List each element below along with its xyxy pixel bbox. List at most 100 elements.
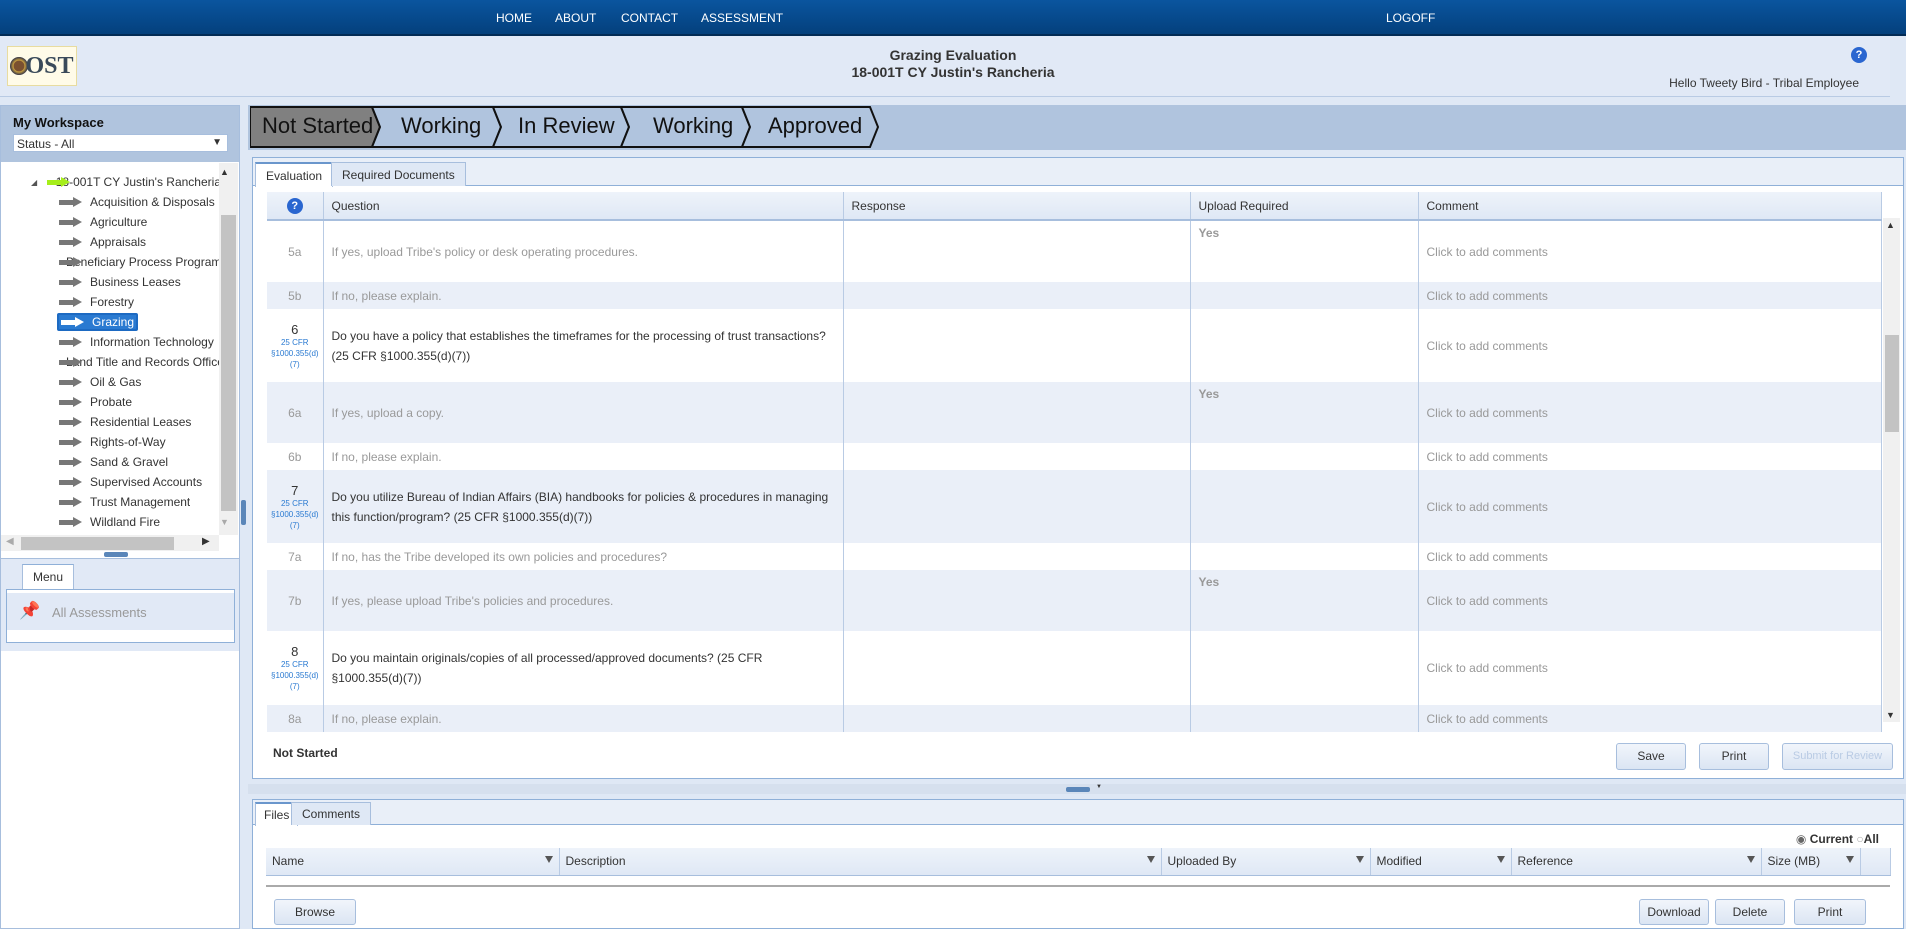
tab-menu[interactable]: Menu (22, 564, 75, 590)
response-cell[interactable] (843, 309, 1191, 382)
comment-cell[interactable]: Click to add comments (1418, 631, 1882, 705)
files-col-header[interactable]: Name (266, 848, 560, 876)
step-label: Approved (768, 113, 863, 138)
comment-cell[interactable]: Click to add comments (1418, 570, 1882, 631)
tree-item[interactable]: Agriculture (59, 213, 147, 231)
hscroll-thumb[interactable] (21, 537, 174, 550)
help-icon[interactable]: ? (286, 197, 303, 214)
comment-cell[interactable]: Click to add comments (1418, 543, 1882, 570)
filter-icon[interactable] (1496, 856, 1505, 863)
tree-root[interactable]: ◢ 18-001T CY Justin's Rancheria (31, 173, 221, 191)
files-print-button[interactable]: Print (1794, 899, 1866, 925)
cfr-link[interactable]: 25 CFR §1000.355(d)(7) (267, 498, 323, 531)
upload-required-cell (1190, 309, 1419, 382)
comment-cell[interactable]: Click to add comments (1418, 705, 1882, 732)
tree-item[interactable]: Sand & Gravel (59, 453, 168, 471)
question-number: 5a (267, 220, 324, 282)
save-button[interactable]: Save (1616, 743, 1686, 770)
tree-item[interactable]: Probate (59, 393, 132, 411)
question-text: Do you have a policy that establishes th… (323, 309, 844, 382)
filter-icon[interactable] (1845, 856, 1854, 863)
cfr-link[interactable]: 25 CFR §1000.355(d)(7) (267, 659, 323, 692)
upload-required-cell: Yes (1190, 570, 1419, 631)
response-cell[interactable] (843, 631, 1191, 705)
tree-hscrollbar[interactable]: ◀ ▶ (1, 535, 219, 551)
question-row: 6a If yes, upload a copy. Yes Click to add … (267, 382, 1882, 443)
response-cell[interactable] (843, 382, 1191, 443)
browse-button[interactable]: Browse (274, 899, 356, 925)
tree-item[interactable]: Residential Leases (59, 413, 191, 431)
response-cell[interactable] (843, 443, 1191, 470)
tree-item[interactable]: Land Title and Records Office (59, 353, 219, 371)
files-col-header[interactable]: Size (MB) (1761, 848, 1861, 876)
question-text: Do you utilize Bureau of Indian Affairs … (323, 470, 844, 543)
tree-item[interactable]: Supervised Accounts (59, 473, 202, 491)
comment-cell[interactable]: Click to add comments (1418, 470, 1882, 543)
comment-cell[interactable]: Click to add comments (1418, 309, 1882, 382)
tree-item[interactable]: Rights-of-Way (59, 433, 166, 451)
comment-cell[interactable]: Click to add comments (1418, 220, 1882, 282)
tab-required-documents[interactable]: Required Documents (331, 162, 466, 186)
table-vscrollbar[interactable]: ▲ ▼ (1883, 218, 1900, 722)
files-col-header[interactable]: Uploaded By (1161, 848, 1371, 876)
menu-item-all-assessments[interactable]: 📌 All Assessments (7, 593, 234, 630)
tree-item[interactable]: Trust Management (59, 493, 190, 511)
tree-item[interactable]: Information Technology (59, 333, 214, 351)
tab-evaluation[interactable]: Evaluation (255, 162, 334, 187)
tree-item[interactable]: Appraisals (59, 233, 146, 251)
files-col-header[interactable]: Modified (1370, 848, 1512, 876)
filter-icon[interactable] (1146, 856, 1155, 863)
print-button[interactable]: Print (1699, 743, 1769, 770)
comment-cell[interactable]: Click to add comments (1418, 382, 1882, 443)
nav-home[interactable]: HOME (496, 11, 532, 25)
scroll-down-icon: ▼ (220, 517, 229, 527)
download-button[interactable]: Download (1639, 899, 1709, 925)
filter-icon[interactable] (1746, 856, 1755, 863)
files-col-header[interactable]: Description (559, 848, 1162, 876)
response-cell[interactable] (843, 570, 1191, 631)
filter-icon[interactable] (544, 856, 553, 863)
tree-item[interactable]: Beneficiary Process Program (59, 253, 219, 271)
submit-for-review-button[interactable]: Submit for Review (1782, 743, 1893, 770)
tree-item[interactable]: Forestry (59, 293, 134, 311)
main-panel: Not Started Working In Review Working Ap… (248, 105, 1906, 929)
scroll-thumb[interactable] (221, 215, 236, 511)
nav-logoff[interactable]: LOGOFF (1386, 11, 1435, 25)
tree-item[interactable]: Oil & Gas (59, 373, 141, 391)
radio-current[interactable]: ◉ (1796, 832, 1806, 846)
scroll-thumb[interactable] (1885, 335, 1899, 432)
horizontal-splitter[interactable]: ▼ (248, 784, 1906, 794)
response-cell[interactable] (843, 470, 1191, 543)
splitter-handle[interactable] (104, 552, 128, 557)
nav-about[interactable]: ABOUT (555, 11, 596, 25)
comment-cell[interactable]: Click to add comments (1418, 282, 1882, 309)
files-panel: Files Comments ◉ Current ○All Name Descri… (252, 799, 1904, 929)
question-row: 5b If no, please explain. Click to add com… (267, 282, 1882, 309)
tab-comments[interactable]: Comments (291, 802, 372, 825)
nav-assessment[interactable]: ASSESSMENT (701, 11, 783, 25)
radio-all[interactable]: ○ (1856, 832, 1863, 846)
files-col-header[interactable]: Reference (1511, 848, 1762, 876)
arrow-icon (59, 337, 83, 347)
response-cell[interactable] (843, 543, 1191, 570)
response-cell[interactable] (843, 220, 1191, 282)
response-cell[interactable] (843, 282, 1191, 309)
filter-icon[interactable] (1355, 856, 1364, 863)
delete-button[interactable]: Delete (1715, 899, 1785, 925)
tree-item[interactable]: Business Leases (59, 273, 181, 291)
comment-cell[interactable]: Click to add comments (1418, 443, 1882, 470)
response-cell[interactable] (843, 705, 1191, 732)
tree-item[interactable]: Acquisition & Disposals (59, 193, 215, 211)
vertical-splitter-handle[interactable] (241, 500, 246, 525)
arrow-icon (59, 197, 83, 207)
cfr-link[interactable]: 25 CFR §1000.355(d)(7) (267, 337, 323, 370)
nav-contact[interactable]: CONTACT (621, 11, 678, 25)
tree-item[interactable]: Wildland Fire (59, 513, 160, 531)
upload-required-cell (1190, 443, 1419, 470)
question-row: 8a If no, please explain. Click to add com… (267, 705, 1882, 732)
tree-item[interactable]: Grazing (57, 313, 139, 331)
help-icon[interactable]: ? (1851, 47, 1867, 63)
arrow-icon (59, 217, 83, 227)
tree-vscrollbar[interactable]: ▲ ▼ (219, 163, 238, 535)
status-filter-select[interactable]: Status - All ▼ (13, 134, 228, 152)
